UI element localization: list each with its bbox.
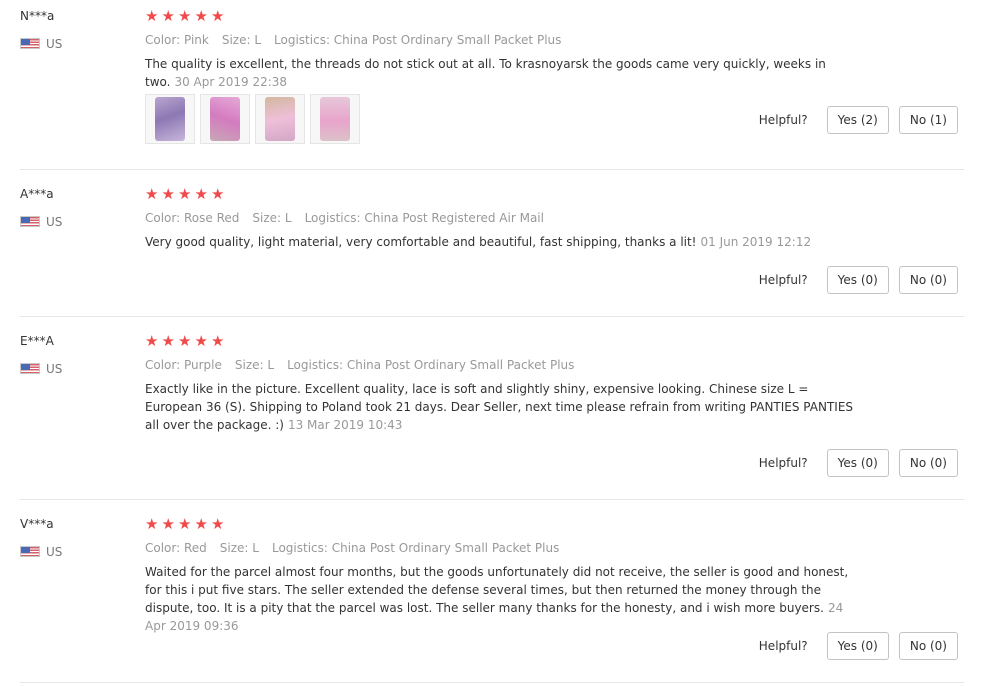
helpful-yes-button[interactable]: Yes (0) [826, 266, 889, 294]
review-date: 01 Jun 2019 12:12 [700, 235, 812, 249]
review-photo-thumbnail[interactable] [255, 94, 305, 144]
star-icon: ★ [161, 332, 175, 350]
review-divider [20, 499, 964, 500]
review-photos [145, 94, 365, 144]
star-icon: ★ [211, 332, 225, 350]
review-date: 13 Mar 2019 10:43 [287, 418, 403, 432]
star-icon: ★ [211, 515, 225, 533]
order-color: Color: Purple [145, 358, 222, 372]
review-photo-thumbnail[interactable] [310, 94, 360, 144]
helpful-label: Helpful? [758, 639, 808, 653]
helpful-no-button[interactable]: No (0) [898, 266, 958, 294]
reviewer-country: US [20, 541, 63, 559]
order-logistics: Logistics: China Post Ordinary Small Pac… [287, 358, 575, 372]
star-icon: ★ [194, 185, 208, 203]
helpful-yes-button[interactable]: Yes (0) [826, 632, 889, 660]
order-info: Color: Rose Red Size: L Logistics: China P… [145, 209, 557, 227]
star-rating: ★ ★ ★ ★ ★ [145, 514, 228, 533]
reviewer-name: A***a [20, 187, 54, 201]
star-icon: ★ [161, 515, 175, 533]
review-body: Very good quality, light material, very … [145, 235, 697, 249]
star-icon: ★ [178, 515, 192, 533]
reviewer-name: V***a [20, 517, 54, 531]
star-icon: ★ [161, 7, 175, 25]
star-icon: ★ [145, 185, 159, 203]
star-icon: ★ [145, 332, 159, 350]
star-icon: ★ [161, 185, 175, 203]
review-text: Waited for the parcel almost four months… [145, 563, 865, 635]
review-body: Exactly like in the picture. Excellent q… [145, 382, 854, 432]
order-color: Color: Pink [145, 33, 209, 47]
us-flag-icon [20, 546, 40, 557]
order-color: Color: Red [145, 541, 207, 555]
reviewer-name: N***a [20, 9, 55, 23]
review-text: The quality is excellent, the threads do… [145, 55, 865, 91]
star-rating: ★ ★ ★ ★ ★ [145, 331, 228, 350]
reviewer-country: US [20, 358, 63, 376]
review-divider [20, 316, 964, 317]
country-code: US [46, 544, 63, 559]
country-code: US [46, 361, 63, 376]
order-logistics: Logistics: China Post Ordinary Small Pac… [271, 541, 560, 555]
helpful-yes-button[interactable]: Yes (2) [826, 106, 889, 134]
order-color: Color: Rose Red [145, 211, 240, 225]
helpful-no-button[interactable]: No (0) [898, 449, 958, 477]
order-logistics: Logistics: China Post Ordinary Small Pac… [274, 33, 562, 47]
star-icon: ★ [178, 185, 192, 203]
review-text: Very good quality, light material, very … [145, 233, 865, 251]
helpful-label: Helpful? [758, 113, 808, 127]
review-date: 30 Apr 2019 22:38 [174, 75, 288, 89]
star-icon: ★ [211, 7, 225, 25]
star-icon: ★ [178, 332, 192, 350]
star-rating: ★ ★ ★ ★ ★ [145, 184, 228, 203]
review-body: Waited for the parcel almost four months… [145, 565, 849, 615]
star-icon: ★ [194, 7, 208, 25]
helpful-controls: Helpful? Yes (0) No (0) [759, 266, 958, 294]
star-icon: ★ [145, 515, 159, 533]
order-info: Color: Pink Size: L Logistics: China Post … [145, 31, 574, 49]
helpful-controls: Helpful? Yes (0) No (0) [759, 632, 958, 660]
star-icon: ★ [194, 515, 208, 533]
reviewer-country: US [20, 33, 63, 51]
order-size: Size: L [234, 358, 275, 372]
review-divider [20, 682, 964, 683]
us-flag-icon [20, 216, 40, 227]
helpful-controls: Helpful? Yes (2) No (1) [759, 106, 958, 134]
star-icon: ★ [145, 7, 159, 25]
helpful-label: Helpful? [758, 273, 808, 287]
helpful-label: Helpful? [758, 456, 808, 470]
review-text: Exactly like in the picture. Excellent q… [145, 380, 865, 434]
order-size: Size: L [219, 541, 259, 555]
us-flag-icon [20, 38, 40, 49]
review-divider [20, 169, 964, 170]
country-code: US [46, 36, 63, 51]
star-rating: ★ ★ ★ ★ ★ [145, 6, 228, 25]
us-flag-icon [20, 363, 40, 374]
helpful-no-button[interactable]: No (1) [898, 106, 958, 134]
order-logistics: Logistics: China Post Registered Air Mai… [304, 211, 544, 225]
reviewer-country: US [20, 211, 63, 229]
order-info: Color: Red Size: L Logistics: China Post O… [145, 539, 572, 557]
order-size: Size: L [252, 211, 292, 225]
reviewer-name: E***A [20, 334, 54, 348]
helpful-controls: Helpful? Yes (0) No (0) [759, 449, 958, 477]
review-photo-thumbnail[interactable] [145, 94, 195, 144]
country-code: US [46, 214, 63, 229]
star-icon: ★ [211, 185, 225, 203]
helpful-yes-button[interactable]: Yes (0) [826, 449, 889, 477]
star-icon: ★ [194, 332, 208, 350]
star-icon: ★ [178, 7, 192, 25]
review-photo-thumbnail[interactable] [200, 94, 250, 144]
reviews-list: N***a US ★ ★ ★ ★ ★ Color: Pink Size: L Logisti… [0, 0, 985, 686]
helpful-no-button[interactable]: No (0) [898, 632, 958, 660]
order-info: Color: Purple Size: L Logistics: China Pos… [145, 356, 587, 374]
order-size: Size: L [221, 33, 262, 47]
